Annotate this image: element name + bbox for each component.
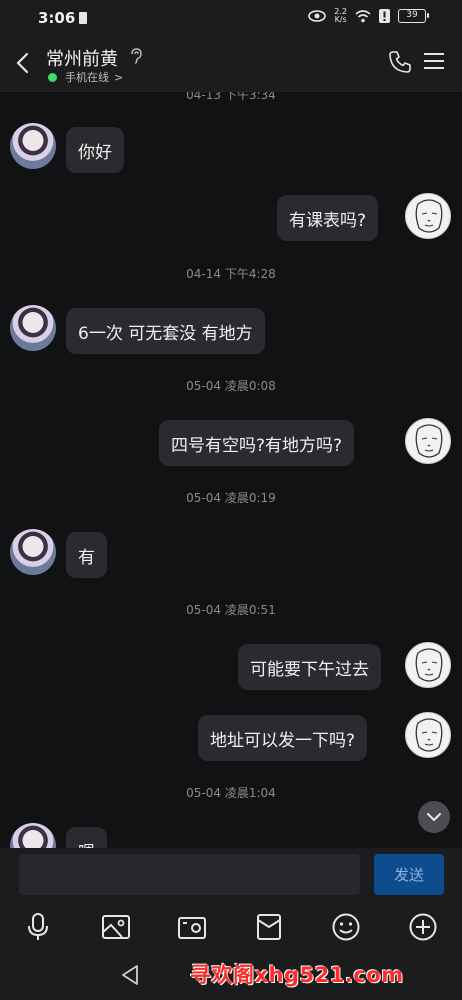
message-bubble-left[interactable]: 有 (66, 532, 107, 578)
my-avatar[interactable] (405, 712, 451, 758)
emoji-button[interactable] (331, 912, 361, 942)
message-bubble-left[interactable]: 你好 (66, 127, 124, 173)
contact-avatar[interactable] (10, 305, 56, 351)
status-bar: 3:06 2.2 K/s 39 (0, 0, 462, 36)
phone-icon (389, 51, 411, 73)
contact-avatar[interactable] (10, 823, 56, 848)
microphone-icon (28, 913, 48, 940)
nav-back-icon (122, 965, 138, 985)
eye-icon (308, 10, 327, 22)
back-button[interactable] (8, 48, 36, 78)
ear-icon[interactable] (130, 48, 142, 68)
composer: 发送 (0, 848, 462, 904)
message-bubble-right[interactable]: 四号有空吗?有地方吗? (159, 420, 355, 466)
message-bubble-right[interactable]: 地址可以发一下吗? (198, 715, 368, 761)
battery-level: 39 (406, 10, 418, 20)
menu-button[interactable] (424, 52, 444, 74)
contact-name[interactable]: 常州前黄 (46, 45, 118, 71)
my-avatar[interactable] (405, 193, 451, 239)
message-bubble-left[interactable]: 嗯 (66, 827, 107, 848)
chat-header: 常州前黄 手机在线 > (0, 36, 462, 92)
plus-icon (409, 913, 437, 941)
battery-icon: 39 (398, 9, 429, 23)
status-icons: 2.2 K/s 39 (308, 8, 429, 24)
message-list[interactable]: 04-13 下午3:34 你好 有课表吗? 04-14 下午4:28 6一次 可… (0, 92, 462, 848)
scroll-to-bottom-button[interactable] (418, 801, 450, 833)
more-button[interactable] (408, 912, 438, 942)
timestamp: 05-04 凌晨0:08 (186, 379, 276, 393)
send-button[interactable]: 发送 (374, 854, 444, 895)
camera-icon (178, 917, 206, 939)
my-avatar[interactable] (405, 418, 451, 464)
wifi-icon (355, 9, 371, 23)
chevron-down-icon (427, 812, 441, 821)
online-dot (48, 72, 57, 82)
timestamp: 05-04 凌晨0:19 (186, 491, 276, 505)
timestamp: 05-04 凌晨0:51 (186, 603, 276, 617)
contact-avatar[interactable] (10, 529, 56, 575)
system-nav-bar: 寻欢阁xhg521.com (0, 950, 462, 1000)
back-arrow-icon (16, 52, 29, 74)
emoji-icon (332, 913, 360, 941)
status-time: 3:06 (38, 9, 76, 27)
nav-back-button[interactable] (120, 964, 140, 990)
net-speed: 2.2 K/s (334, 8, 347, 24)
alert-icon (379, 9, 390, 23)
timestamp: 04-14 下午4:28 (186, 267, 276, 281)
red-packet-button[interactable] (254, 912, 284, 942)
timestamp: 05-04 凌晨1:04 (186, 786, 276, 800)
composer-toolbar (0, 904, 462, 950)
timestamp: 04-13 下午3:34 (186, 92, 276, 102)
message-bubble-right[interactable]: 可能要下午过去 (238, 644, 381, 690)
online-status-label: 手机在线 (65, 71, 109, 84)
message-input[interactable] (19, 854, 360, 895)
chevron-right-icon: > (114, 70, 124, 84)
small-notification-icon (79, 12, 87, 24)
camera-button[interactable] (177, 912, 207, 942)
net-speed-unit: K/s (334, 15, 347, 24)
image-icon (102, 915, 130, 939)
message-bubble-left[interactable]: 6一次 可无套没 有地方 (66, 308, 265, 354)
my-avatar[interactable] (405, 642, 451, 688)
call-button[interactable] (388, 50, 412, 78)
contact-avatar[interactable] (10, 123, 56, 169)
menu-icon (424, 53, 444, 69)
gallery-button[interactable] (101, 912, 131, 942)
online-status[interactable]: 手机在线 > (48, 69, 123, 85)
voice-button[interactable] (23, 912, 53, 942)
watermark: 寻欢阁xhg521.com (190, 963, 404, 987)
red-packet-icon (257, 914, 281, 940)
message-bubble-right[interactable]: 有课表吗? (277, 195, 379, 241)
